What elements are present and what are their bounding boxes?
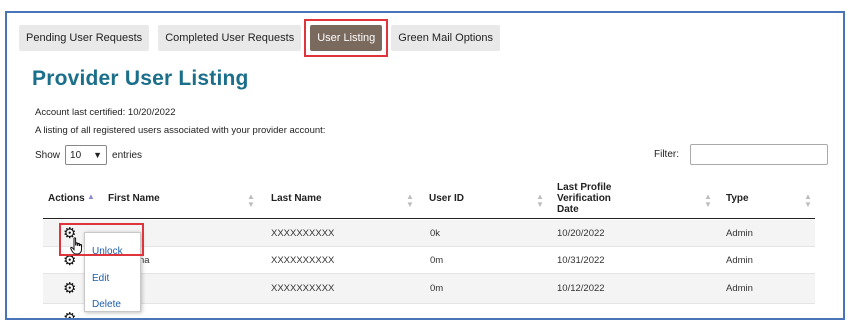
page-title: Provider User Listing	[32, 67, 249, 90]
tab-bar: Pending User Requests Completed User Req…	[19, 19, 509, 57]
column-header-last-name[interactable]: Last Name	[271, 178, 322, 218]
table-row: XXXXXXXXXX 0k 10/20/2022 Admin	[43, 220, 815, 247]
column-header-user-id[interactable]: User ID	[429, 178, 464, 218]
column-header-first-name[interactable]: First Name	[108, 178, 160, 218]
cell-type: Admin	[726, 283, 753, 294]
table-row	[43, 305, 815, 318]
column-header-line: Verification	[557, 192, 611, 204]
sort-arrows-icon: ▲ ▼	[804, 192, 812, 209]
chevron-down-icon: ▼	[93, 150, 103, 160]
sort-arrows-icon: ▲ ▼	[704, 192, 712, 209]
column-header-actions[interactable]: Actions	[48, 178, 85, 218]
cell-user-id: 0m	[430, 255, 444, 266]
table-header-divider	[43, 218, 815, 219]
cell-last-name: XXXXXXXXXX	[271, 228, 335, 239]
cell-user-id: 0m	[430, 283, 444, 294]
menu-item-edit[interactable]: Edit	[92, 273, 109, 284]
filter-input[interactable]	[690, 144, 828, 165]
filter-label: Filter:	[654, 149, 679, 160]
sort-arrows-icon: ▲ ▼	[247, 192, 255, 209]
app-window: Pending User Requests Completed User Req…	[5, 11, 845, 320]
tab-pending-user-requests[interactable]: Pending User Requests	[19, 25, 150, 51]
hand-cursor-icon	[70, 237, 82, 255]
tab-green-mail-options[interactable]: Green Mail Options	[391, 25, 501, 51]
sort-arrows-icon: ▲ ▼	[536, 192, 544, 209]
column-header-line: Last Profile	[557, 181, 612, 193]
description-text: A listing of all registered users associ…	[35, 125, 326, 136]
gear-icon[interactable]: ⚙	[63, 311, 76, 318]
gear-icon[interactable]: ⚙	[63, 281, 76, 296]
show-label: Show	[35, 149, 61, 161]
table-row: XXXXXXXXXX 0m 10/12/2022 Admin	[43, 274, 815, 304]
column-header-type[interactable]: Type	[726, 178, 749, 218]
tab-user-listing-wrapper: User Listing	[304, 19, 389, 57]
length-control: Show 10 ▼ entries	[35, 145, 142, 165]
cell-verification-date: 10/20/2022	[557, 228, 605, 239]
entries-label: entries	[112, 149, 143, 161]
cell-last-name: XXXXXXXXXX	[271, 283, 335, 294]
cell-verification-date: 10/31/2022	[557, 255, 605, 266]
sort-arrows-icon: ▲	[87, 192, 95, 201]
table-row: na XXXXXXXXXX 0m 10/31/2022 Admin	[43, 247, 815, 274]
cell-verification-date: 10/12/2022	[557, 283, 605, 294]
cell-type: Admin	[726, 255, 753, 266]
cell-last-name: XXXXXXXXXX	[271, 255, 335, 266]
column-header-last-verification[interactable]: Last Profile Verification Date	[557, 178, 611, 218]
certified-text: Account last certified: 10/20/2022	[35, 107, 176, 118]
cell-type: Admin	[726, 228, 753, 239]
cell-user-id: 0k	[430, 228, 441, 239]
entries-select[interactable]: 10 ▼	[65, 145, 108, 165]
tab-completed-user-requests[interactable]: Completed User Requests	[158, 25, 302, 51]
menu-item-delete[interactable]: Delete	[92, 299, 121, 310]
column-header-line: Date	[557, 203, 579, 215]
highlight-box	[304, 19, 389, 57]
entries-value: 10	[70, 149, 82, 161]
sort-arrows-icon: ▲ ▼	[406, 192, 414, 209]
